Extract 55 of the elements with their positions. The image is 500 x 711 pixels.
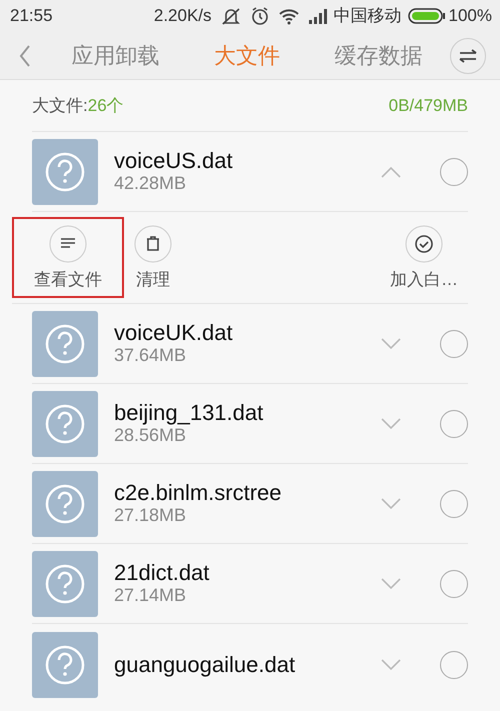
selected-size: 0B/479MB — [388, 94, 468, 117]
file-name: guanguogailue.dat — [114, 652, 296, 678]
action-button[interactable]: 清理 — [124, 216, 182, 298]
alarm-icon — [250, 6, 270, 26]
swap-icon — [459, 48, 477, 62]
network-speed: 2.20K/s — [154, 5, 212, 28]
file-size: 42.28MB — [114, 173, 188, 195]
file-icon — [32, 470, 98, 536]
file-name: beijing_131.dat — [114, 400, 264, 426]
checkbox[interactable] — [440, 410, 468, 438]
file-icon — [32, 390, 98, 456]
file-name: 21dict.dat — [114, 560, 210, 586]
clock: 21:55 — [10, 5, 53, 28]
expand-button[interactable] — [380, 496, 402, 510]
action-button[interactable]: 查看文件 — [12, 216, 124, 298]
signal-icon — [308, 7, 328, 25]
carrier-name: 中国移动 — [334, 5, 402, 28]
expand-button[interactable] — [380, 336, 402, 350]
file-name: voiceUS.dat — [114, 148, 234, 174]
clean-icon — [134, 224, 172, 263]
whitelist-icon — [405, 224, 443, 263]
wifi-icon — [278, 7, 300, 25]
file-name: voiceUK.dat — [114, 320, 234, 346]
file-size: 27.14MB — [114, 585, 188, 607]
chevron-down-icon — [380, 416, 402, 430]
chevron-down-icon — [380, 496, 402, 510]
file-size: 37.64MB — [114, 345, 188, 367]
file-size: 27.18MB — [114, 505, 188, 527]
view-icon — [49, 224, 87, 263]
expand-button[interactable] — [380, 576, 402, 590]
expand-button[interactable] — [380, 164, 402, 178]
file-size: 28.56MB — [114, 425, 188, 447]
file-icon — [32, 310, 98, 376]
file-icon — [32, 550, 98, 616]
expand-button[interactable] — [380, 658, 402, 672]
battery-icon — [408, 7, 446, 25]
action-button[interactable]: 加入白… — [380, 216, 468, 298]
checkbox[interactable] — [440, 570, 468, 598]
checkbox[interactable] — [440, 651, 468, 679]
expand-button[interactable] — [380, 416, 402, 430]
checkbox[interactable] — [440, 490, 468, 518]
mute-icon — [220, 6, 242, 26]
chevron-down-icon — [380, 658, 402, 672]
chevron-down-icon — [380, 576, 402, 590]
chevron-up-icon — [380, 164, 402, 178]
back-icon — [18, 44, 32, 68]
checkbox[interactable] — [440, 330, 468, 358]
switch-button[interactable] — [450, 38, 486, 74]
file-icon — [32, 632, 98, 698]
battery-percent: 100% — [448, 5, 492, 28]
file-count: 大文件:26个 — [32, 94, 124, 117]
checkbox[interactable] — [440, 158, 468, 186]
file-icon — [32, 138, 98, 204]
file-name: c2e.binlm.srctree — [114, 480, 283, 506]
chevron-down-icon — [380, 336, 402, 350]
